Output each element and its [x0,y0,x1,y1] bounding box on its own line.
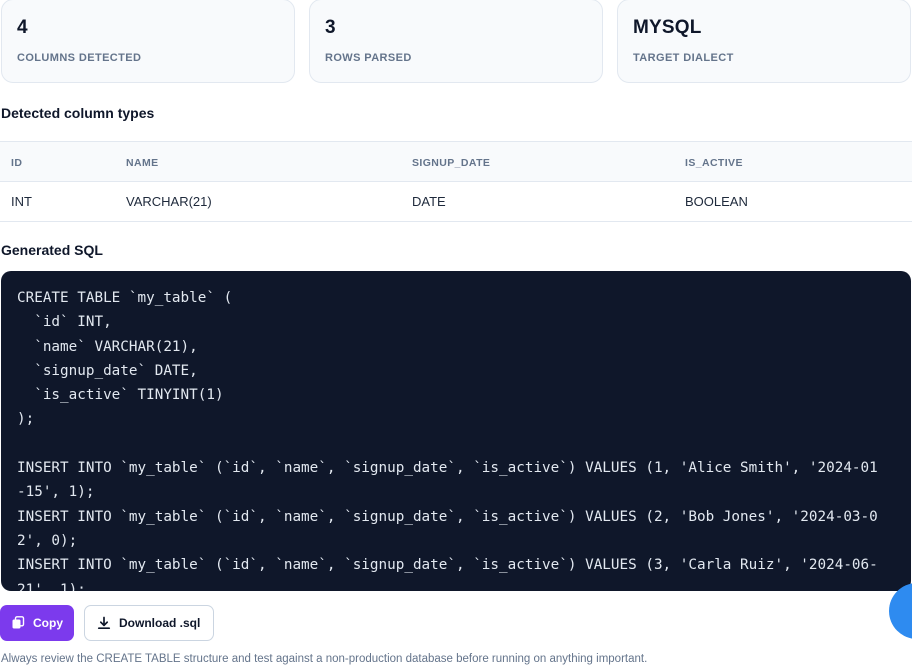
stat-label: TARGET DIALECT [633,52,734,64]
copy-button[interactable]: Copy [0,605,74,641]
stat-value: MYSQL [633,17,702,38]
download-button-label: Download .sql [119,616,201,630]
download-sql-button[interactable]: Download .sql [84,605,214,641]
stat-value: 3 [325,17,336,38]
copy-button-label: Copy [33,616,63,630]
generated-sql-heading: Generated SQL [1,242,103,258]
floating-action-button[interactable] [889,583,912,639]
copy-icon [11,616,25,630]
table-cell: BOOLEAN [685,194,748,209]
column-header: IS_ACTIVE [685,157,743,169]
table-header: ID NAME SIGNUP_DATE IS_ACTIVE [0,141,912,182]
table-row: INT VARCHAR(21) DATE BOOLEAN [0,182,912,222]
column-header: NAME [126,157,159,169]
stat-value: 4 [17,17,28,38]
stat-label: COLUMNS DETECTED [17,52,142,64]
stat-card-rows: 3 ROWS PARSED [309,0,603,83]
download-icon [97,616,111,630]
footer-note: Always review the CREATE TABLE structure… [1,653,648,665]
stats-row: 4 COLUMNS DETECTED 3 ROWS PARSED MYSQL T… [0,0,912,84]
sql-code-block[interactable]: CREATE TABLE `my_table` ( `id` INT, `nam… [1,271,911,591]
stat-card-dialect: MYSQL TARGET DIALECT [617,0,911,83]
stat-card-columns: 4 COLUMNS DETECTED [1,0,295,83]
column-header: SIGNUP_DATE [412,157,491,169]
stat-label: ROWS PARSED [325,52,412,64]
column-types-heading: Detected column types [1,105,155,121]
table-cell: DATE [412,194,446,209]
sql-code-text: CREATE TABLE `my_table` ( `id` INT, `nam… [17,290,878,591]
table-cell: INT [11,194,32,209]
column-header: ID [11,157,23,169]
table-cell: VARCHAR(21) [126,194,212,209]
